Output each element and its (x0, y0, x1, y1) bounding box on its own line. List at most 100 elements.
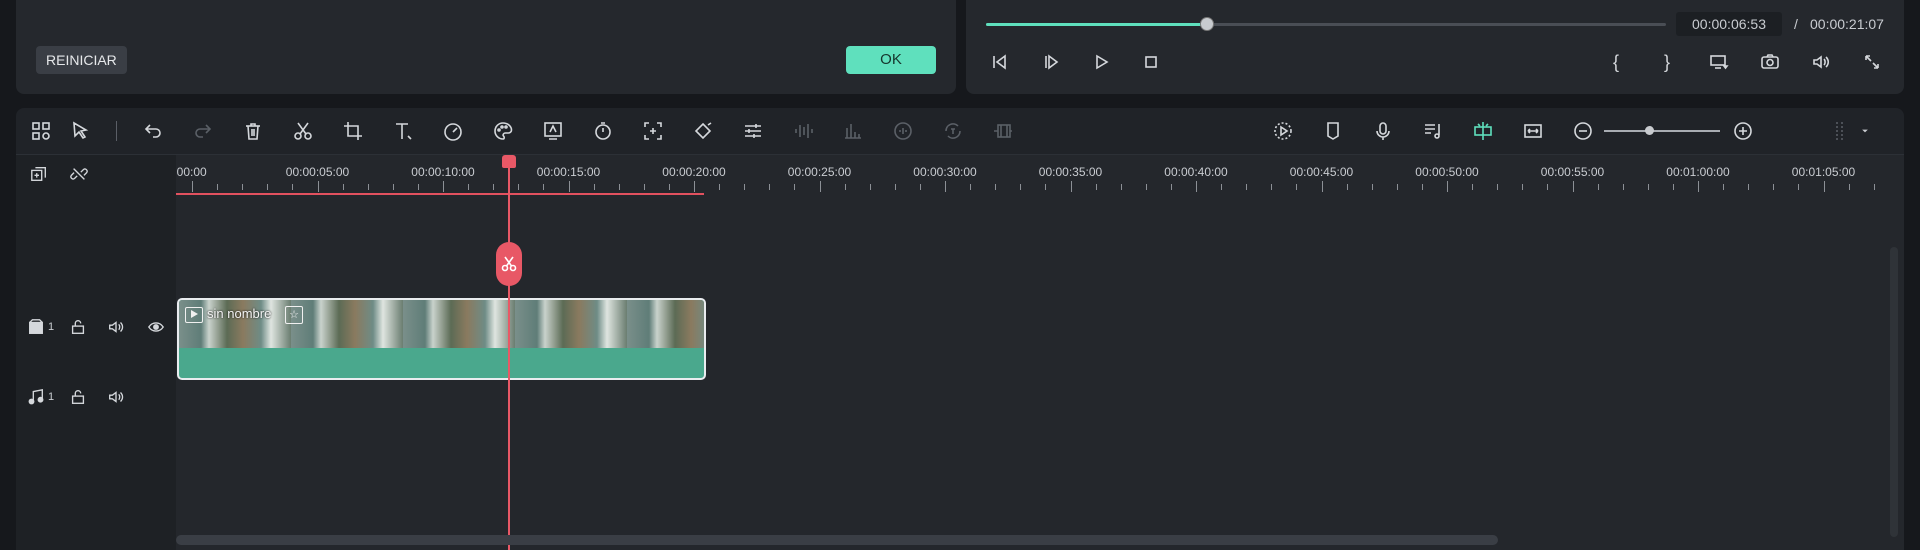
stop-icon[interactable] (1139, 50, 1163, 74)
ruler-tick (443, 181, 444, 192)
ruler-tick (1296, 184, 1298, 190)
track-visibility-eye-icon[interactable] (146, 317, 166, 337)
ruler-tick (794, 184, 796, 190)
ruler-tick (367, 184, 369, 190)
speech-to-text-icon[interactable] (940, 118, 966, 144)
time-separator: / (1794, 16, 1798, 32)
ruler-tick (1472, 184, 1474, 190)
mark-out-button[interactable]: } (1655, 50, 1679, 74)
toolbar-divider (116, 121, 117, 141)
speed-icon[interactable] (440, 118, 466, 144)
audio-waveform-icon[interactable] (790, 118, 816, 144)
ruler-tick (1020, 184, 1022, 190)
text-icon[interactable] (390, 118, 416, 144)
volume-icon[interactable] (1809, 50, 1833, 74)
render-preview-icon[interactable] (1270, 118, 1296, 144)
ai-text-icon[interactable] (540, 118, 566, 144)
ruler-tick (1748, 184, 1750, 190)
ruler-tick (192, 181, 193, 192)
play-icon[interactable] (1089, 50, 1113, 74)
ruler-tick (1396, 184, 1398, 190)
ruler-label: :00:00 (176, 165, 207, 179)
link-icon[interactable] (68, 163, 90, 185)
zoom-slider-knob[interactable] (1645, 126, 1655, 135)
next-frame-icon[interactable] (1039, 50, 1063, 74)
audio-track-lock-icon[interactable] (68, 387, 88, 407)
reset-button[interactable]: REINICIAR (36, 46, 127, 74)
add-track-icon[interactable] (28, 163, 50, 185)
redo-icon[interactable] (190, 118, 216, 144)
ruler-tick (1170, 184, 1172, 190)
display-settings-icon[interactable] (1707, 50, 1731, 74)
ruler-tick (894, 184, 896, 190)
select-tool-icon[interactable] (68, 118, 94, 144)
playhead-handle[interactable] (502, 155, 516, 168)
ruler-tick (1497, 184, 1499, 190)
auto-reframe-icon[interactable] (640, 118, 666, 144)
track-grid-icon[interactable] (1826, 118, 1852, 144)
horizontal-scrollbar[interactable] (176, 535, 1498, 545)
ruler-tick (493, 184, 495, 190)
ruler-label: 00:00:40:00 (1164, 165, 1228, 179)
timeline-track-area[interactable]: :00:00 00:00:05:00 00:00:10:00 00:00:15:00 0… (176, 155, 1904, 550)
mark-in-button[interactable]: { (1604, 50, 1628, 74)
ruler-label: 00:00:55:00 (1540, 165, 1605, 179)
ruler-tick (1371, 184, 1373, 190)
microphone-icon[interactable] (1370, 118, 1396, 144)
snapshot-camera-icon[interactable] (1758, 50, 1782, 74)
delete-icon[interactable] (240, 118, 266, 144)
mark-out-label: } (1663, 51, 1670, 72)
ruler-tick (1095, 184, 1097, 190)
music-list-icon[interactable] (1420, 118, 1446, 144)
ruler-tick (1622, 184, 1624, 190)
undo-icon[interactable] (140, 118, 166, 144)
previous-frame-icon[interactable] (988, 50, 1012, 74)
audio-track-music-icon (26, 387, 46, 407)
split-scissors-icon[interactable] (290, 118, 316, 144)
zoom-slider[interactable] (1604, 126, 1720, 135)
ruler-tick (769, 184, 771, 190)
ruler-tick (1120, 184, 1122, 190)
ruler-tick (1070, 181, 1072, 192)
adjust-sliders-icon[interactable] (740, 118, 766, 144)
marker-icon[interactable] (1320, 118, 1346, 144)
audio-denoise-icon[interactable] (890, 118, 916, 144)
ruler-tick (518, 184, 520, 190)
color-palette-icon[interactable] (490, 118, 516, 144)
ruler-tick (1647, 184, 1649, 190)
crop-icon[interactable] (340, 118, 366, 144)
video-track-number: 1 (48, 321, 55, 333)
ok-button[interactable]: OK (846, 46, 936, 74)
ruler-tick (1672, 184, 1674, 190)
ruler-tick (970, 184, 972, 190)
audio-track-mute-icon[interactable] (106, 387, 126, 407)
zoom-in-icon[interactable] (1730, 118, 1756, 144)
vertical-scrollbar[interactable] (1890, 247, 1898, 537)
fullscreen-icon[interactable] (1860, 50, 1884, 74)
ruler-tick (919, 184, 921, 190)
current-time-display[interactable]: 00:00:06:53 (1676, 12, 1782, 36)
audio-ducking-icon[interactable] (840, 118, 866, 144)
ruler-tick (417, 184, 419, 190)
ruler-tick (694, 181, 695, 192)
layout-grid-icon[interactable] (28, 118, 54, 144)
chevron-down-icon[interactable] (1858, 118, 1872, 144)
keyframe-icon[interactable] (690, 118, 716, 144)
duration-timer-icon[interactable] (590, 118, 616, 144)
video-clip[interactable]: sin nombre ☆ (177, 298, 706, 380)
ruler-tick (1823, 181, 1825, 192)
snap-magnet-icon[interactable] (1470, 118, 1496, 144)
player-panel: 00:00:06:53 / 00:00:21:07 { } (966, 0, 1904, 94)
ruler-tick (719, 184, 721, 190)
playhead-split-button[interactable] (496, 242, 522, 286)
zoom-out-icon[interactable] (1570, 118, 1596, 144)
track-mute-icon[interactable] (106, 317, 126, 337)
playhead[interactable] (508, 155, 510, 550)
playback-progress-knob[interactable] (1200, 17, 1214, 31)
playback-progress-bar[interactable] (986, 17, 1666, 31)
fit-timeline-icon[interactable] (1520, 118, 1546, 144)
mark-in-label: { (1612, 51, 1619, 72)
ruler-tick (668, 184, 670, 190)
video-frame-icon[interactable] (990, 118, 1016, 144)
track-lock-icon[interactable] (68, 317, 88, 337)
